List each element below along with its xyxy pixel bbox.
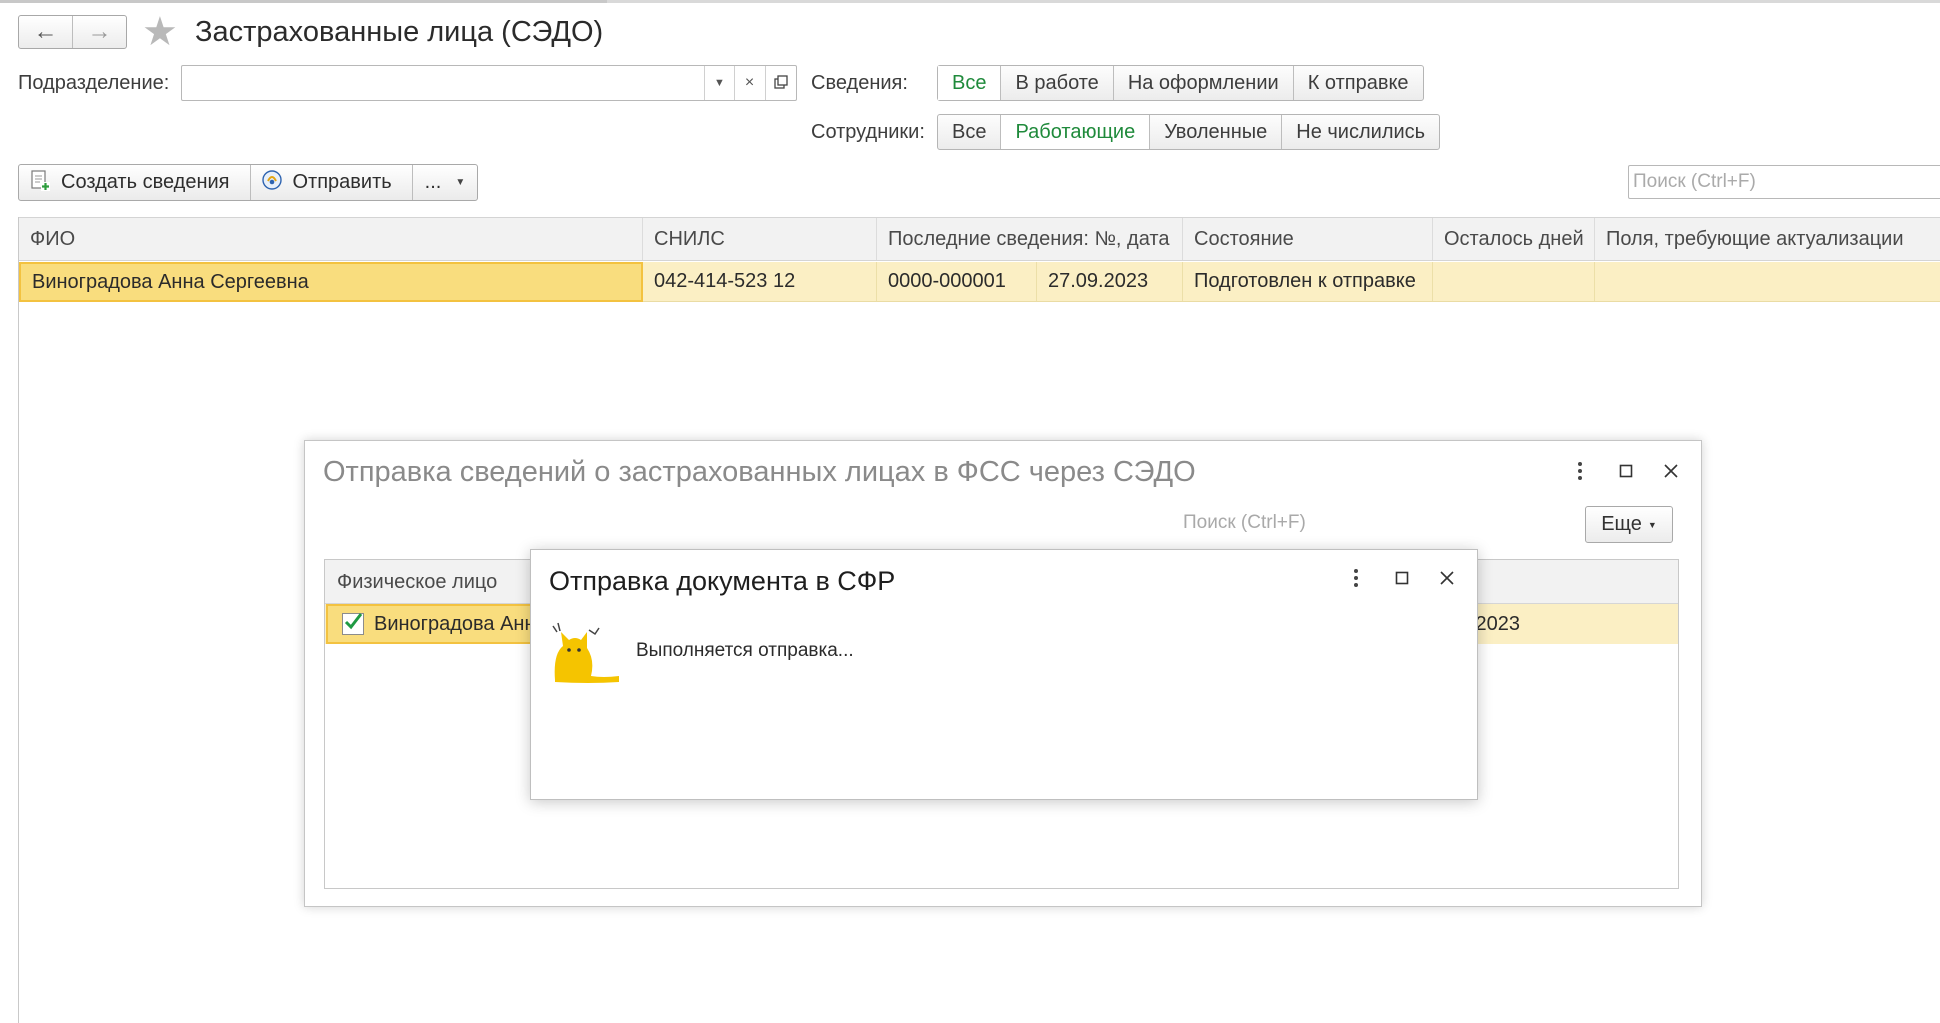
nav-buttons: ← → <box>18 15 127 49</box>
search-input[interactable]: Поиск (Ctrl+F) <box>1628 165 1940 199</box>
grid-header: ФИО СНИЛС Последние сведения: №, дата Со… <box>19 217 1940 261</box>
dialog-title: Отправка сведений о застрахованных лицах… <box>323 456 1196 488</box>
progress-menu-button[interactable] <box>1341 565 1371 595</box>
active-tab-indicator <box>0 0 607 3</box>
cell-state[interactable]: Подготовлен к отправке <box>1183 262 1433 301</box>
maximize-icon <box>1619 464 1633 483</box>
cell-doc-number[interactable]: 0000-000001 <box>877 262 1037 301</box>
create-info-label: Создать сведения <box>61 171 230 193</box>
progress-message: Выполняется отправка... <box>636 640 854 661</box>
arrow-left-icon: ← <box>33 18 58 45</box>
dialog-menu-button[interactable] <box>1565 458 1595 488</box>
close-icon <box>1663 463 1679 484</box>
cell-days-left[interactable] <box>1433 262 1595 301</box>
dialog-search-input[interactable]: Поиск (Ctrl+F) <box>1183 512 1306 534</box>
info-filter: Все В работе На оформлении К отправке <box>937 65 1424 101</box>
cell-snils[interactable]: 042-414-523 12 <box>643 262 877 301</box>
column-header-state[interactable]: Состояние <box>1183 218 1433 260</box>
chevron-down-icon: ▼ <box>1647 519 1657 530</box>
progress-maximize-button[interactable] <box>1387 565 1417 595</box>
column-header-fio[interactable]: ФИО <box>19 218 643 260</box>
clear-button[interactable]: × <box>734 66 764 100</box>
row-checkbox[interactable] <box>342 613 364 635</box>
info-option-processing[interactable]: На оформлении <box>1112 66 1293 100</box>
column-header-fields-to-update[interactable]: Поля, требующие актуализации <box>1595 218 1940 260</box>
command-bar: Создать сведения Отправить ... ▼ <box>18 164 479 201</box>
more-vertical-icon <box>1577 461 1583 486</box>
employees-option-dismissed[interactable]: Уволенные <box>1149 115 1281 149</box>
chevron-down-icon: ▼ <box>714 77 725 89</box>
cell-fio[interactable]: Виноградова Анна Сергеевна <box>19 262 643 302</box>
page-title: Застрахованные лица (СЭДО) <box>195 16 604 48</box>
division-label: Подразделение: <box>18 72 170 94</box>
cell-fields-to-update[interactable] <box>1595 262 1940 301</box>
dialog-close-button[interactable] <box>1656 458 1686 488</box>
send-progress-dialog: Отправка документа в СФР Выполняется отп… <box>530 549 1478 800</box>
info-option-to-send[interactable]: К отправке <box>1292 66 1423 100</box>
create-document-icon <box>29 169 51 197</box>
dialog-more-button[interactable]: Еще ▼ <box>1585 506 1673 543</box>
info-option-in-work[interactable]: В работе <box>1000 66 1112 100</box>
employees-label: Сотрудники: <box>811 121 925 143</box>
search-placeholder: Поиск (Ctrl+F) <box>1633 171 1756 192</box>
dropdown-button[interactable]: ▼ <box>704 66 734 100</box>
column-header-last-info[interactable]: Последние сведения: №, дата <box>877 218 1183 260</box>
more-vertical-icon <box>1353 568 1359 593</box>
cell-doc-date[interactable]: 27.09.2023 <box>1037 262 1183 301</box>
employees-filter: Все Работающие Уволенные Не числились <box>937 114 1441 150</box>
sfr-logo-icon <box>261 169 283 197</box>
column-header-snils[interactable]: СНИЛС <box>643 218 877 260</box>
send-label: Отправить <box>292 171 392 193</box>
dialog-search-placeholder: Поиск (Ctrl+F) <box>1183 512 1306 533</box>
open-button[interactable] <box>765 66 795 100</box>
employees-option-all[interactable]: Все <box>938 115 1000 149</box>
close-icon <box>1439 570 1455 591</box>
info-option-all[interactable]: Все <box>938 66 1001 100</box>
waiting-cat-icon <box>549 620 621 689</box>
create-info-button[interactable]: Создать сведения <box>19 165 250 200</box>
send-button[interactable]: Отправить <box>249 165 412 200</box>
table-row[interactable]: Виноградова Анна Сергеевна 042-414-523 1… <box>19 262 1940 302</box>
arrow-right-icon: → <box>87 18 112 45</box>
maximize-icon <box>1395 571 1409 590</box>
forward-button[interactable]: → <box>72 16 126 48</box>
division-field[interactable]: ▼ × <box>181 65 797 101</box>
dialog-maximize-button[interactable] <box>1611 458 1641 488</box>
back-button[interactable]: ← <box>19 16 72 48</box>
star-icon[interactable]: ★ <box>142 12 178 52</box>
more-label: ... <box>424 171 442 193</box>
column-header-person[interactable]: Физическое лицо <box>337 571 497 594</box>
progress-dialog-title: Отправка документа в СФР <box>549 566 896 596</box>
info-label: Сведения: <box>811 72 908 94</box>
dialog-more-label: Еще <box>1601 513 1642 535</box>
more-actions-button[interactable]: ... ▼ <box>411 165 478 200</box>
employees-option-working[interactable]: Работающие <box>1000 115 1150 149</box>
chevron-down-icon: ▼ <box>455 177 466 188</box>
close-icon: × <box>744 74 755 91</box>
employees-option-not-listed[interactable]: Не числились <box>1281 115 1439 149</box>
progress-close-button[interactable] <box>1432 565 1462 595</box>
open-window-icon <box>773 74 788 92</box>
column-header-days-left[interactable]: Осталось дней <box>1433 218 1595 260</box>
dialog-person-name: Виноградова Анн <box>374 613 536 635</box>
